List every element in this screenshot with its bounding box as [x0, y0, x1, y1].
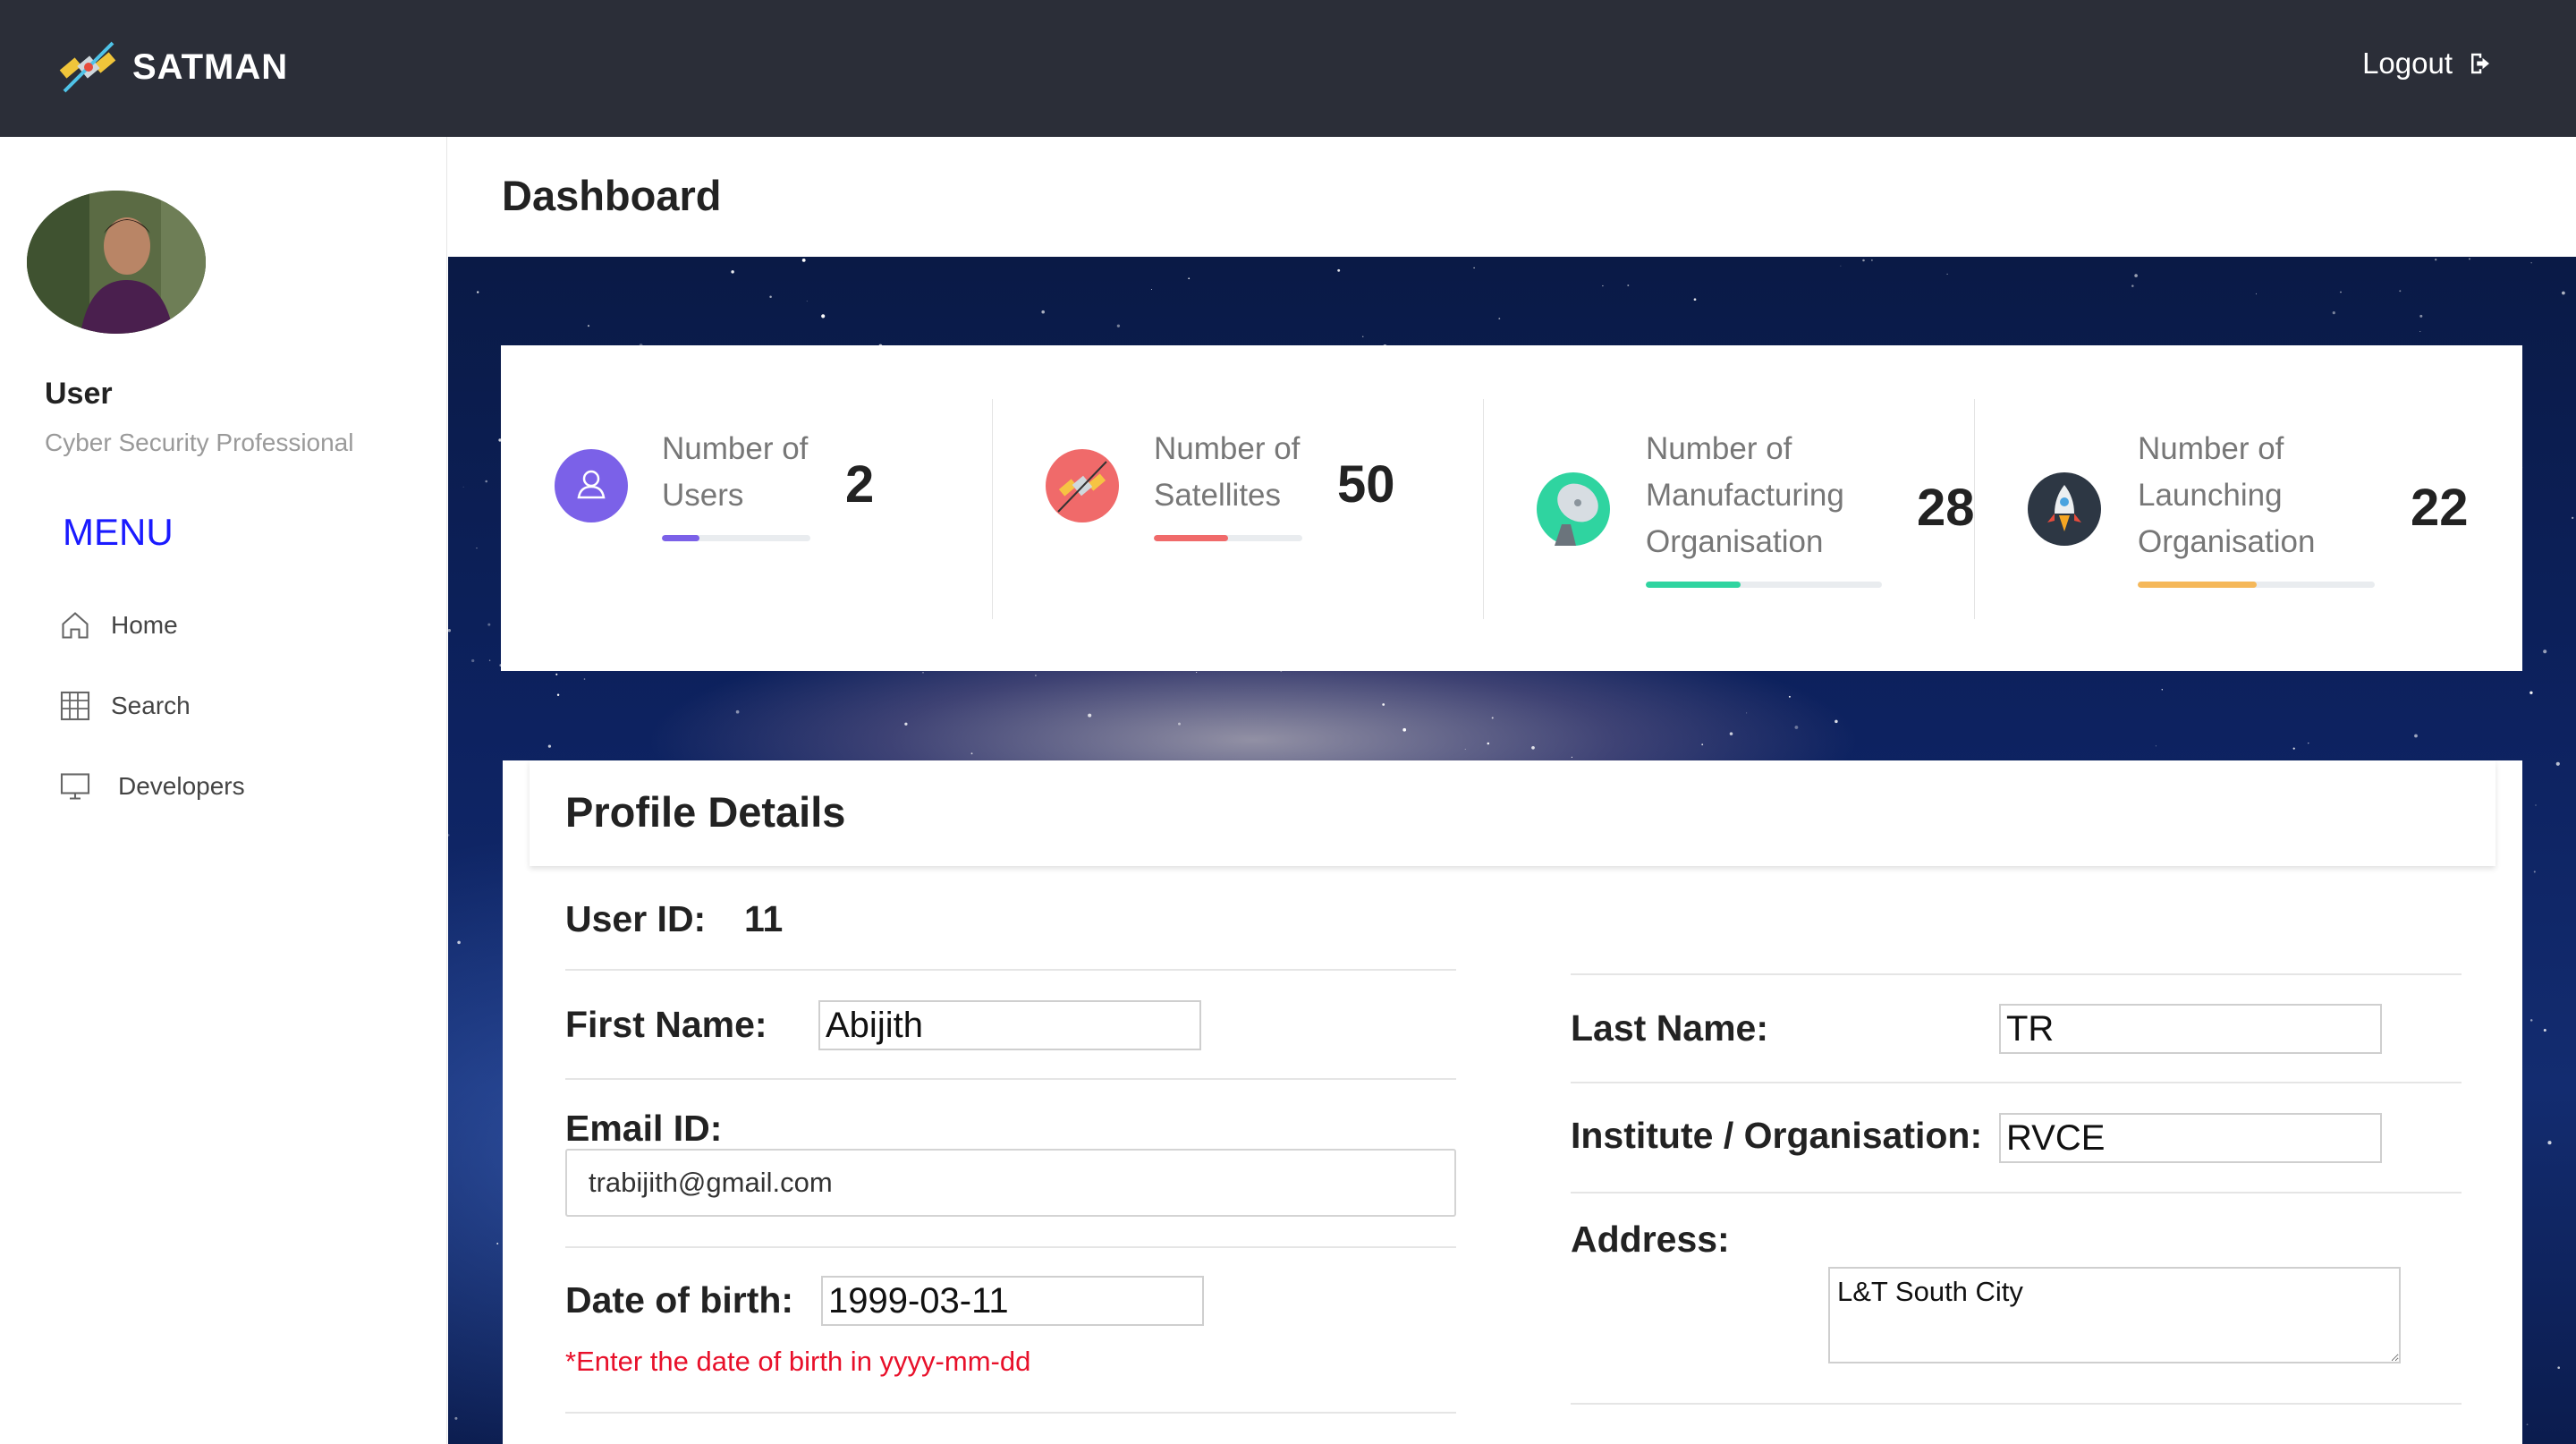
address-textarea[interactable]: L&T South City — [1828, 1267, 2401, 1363]
grid-icon — [60, 691, 90, 721]
monitor-icon — [60, 773, 90, 800]
brand-name: SATMAN — [132, 47, 289, 87]
divider — [1571, 1403, 2462, 1405]
sidebar-item-label: Home — [111, 611, 178, 639]
satellite-icon — [1046, 449, 1119, 522]
profile-card: Profile Details User ID: 11 First Name: … — [503, 760, 2522, 1444]
top-navbar: SATMAN Logout — [0, 0, 2576, 137]
stat-label-line: Launching — [2138, 478, 2283, 513]
stat-label-line: Satellites — [1154, 478, 1282, 513]
sidebar-item-label: Search — [111, 692, 191, 719]
stat-label-line: Number of — [1646, 431, 1792, 466]
page-header: Dashboard — [448, 137, 2576, 257]
last-name-label: Last Name: — [1571, 1007, 1769, 1049]
logout-label: Logout — [2362, 47, 2453, 80]
divider — [565, 1246, 1456, 1248]
stat-label-line: Organisation — [1646, 524, 1824, 559]
divider — [565, 1412, 1456, 1414]
stat-value-launching: 22 — [2411, 479, 2469, 537]
page-title: Dashboard — [502, 172, 722, 219]
stat-progress-manufacturing — [1646, 582, 1882, 588]
dob-hint: *Enter the date of birth in yyyy-mm-dd — [565, 1346, 1031, 1377]
institute-input[interactable] — [1999, 1113, 2382, 1163]
satellite-logo-icon — [59, 41, 116, 93]
stat-label-satellites: Number of Satellites — [1154, 426, 1300, 519]
stat-progress-launching — [2138, 582, 2375, 588]
divider — [565, 1078, 1456, 1080]
stat-label-manufacturing: Number of Manufacturing Organisation — [1646, 426, 1844, 565]
divider — [1571, 1192, 2462, 1193]
stat-value-users: 2 — [845, 455, 875, 514]
divider — [1571, 973, 2462, 975]
user-name: User — [45, 377, 113, 411]
divider — [1571, 1082, 2462, 1083]
stat-value-manufacturing: 28 — [1917, 479, 1975, 537]
sidebar-item-label: Developers — [118, 772, 245, 800]
avatar — [27, 191, 206, 334]
menu-title: MENU — [63, 511, 174, 553]
rocket-icon — [2028, 472, 2101, 546]
dob-label: Date of birth: — [565, 1279, 794, 1321]
brand-logo[interactable]: SATMAN — [55, 36, 288, 98]
dob-input[interactable] — [821, 1276, 1204, 1326]
first-name-input[interactable] — [818, 1000, 1201, 1050]
stat-label-line: Number of — [662, 431, 809, 466]
stats-card: Number of Users 2 Number of Satellites 5… — [501, 345, 2522, 671]
user-icon — [555, 449, 628, 522]
stat-progress-satellites — [1154, 535, 1302, 541]
first-name-label: First Name: — [565, 1004, 767, 1045]
stat-value-satellites: 50 — [1337, 455, 1395, 514]
sidebar: User Cyber Security Professional MENU Ho… — [0, 137, 447, 1444]
address-label: Address: — [1571, 1219, 1730, 1260]
stat-label-line: Number of — [1154, 431, 1301, 466]
satellite-dish-icon — [1537, 472, 1610, 546]
home-icon — [62, 612, 89, 639]
divider — [565, 969, 1456, 971]
stat-label-launching: Number of Launching Organisation — [2138, 426, 2315, 565]
sidebar-item-developers[interactable]: Developers — [59, 770, 245, 803]
profile-header: Profile Details — [530, 760, 2496, 866]
sign-out-icon — [2471, 53, 2489, 74]
stat-label-users: Number of Users — [662, 426, 808, 519]
stat-label-line: Number of — [2138, 431, 2284, 466]
sidebar-item-search[interactable]: Search — [59, 690, 191, 722]
user-id-value: 11 — [744, 898, 784, 939]
stat-label-line: Organisation — [2138, 524, 2316, 559]
profile-title: Profile Details — [565, 788, 846, 836]
institute-label: Institute / Organisation: — [1571, 1115, 1983, 1156]
stat-label-line: Users — [662, 478, 744, 513]
sidebar-item-home[interactable]: Home — [59, 609, 178, 641]
user-id-label: User ID: — [565, 898, 707, 939]
email-input[interactable] — [565, 1149, 1456, 1217]
logout-button[interactable]: Logout — [2362, 47, 2494, 81]
stat-progress-users — [662, 535, 810, 541]
user-role: Cyber Security Professional — [45, 429, 354, 456]
stat-label-line: Manufacturing — [1646, 478, 1844, 513]
email-label: Email ID: — [565, 1108, 723, 1149]
last-name-input[interactable] — [1999, 1004, 2382, 1054]
